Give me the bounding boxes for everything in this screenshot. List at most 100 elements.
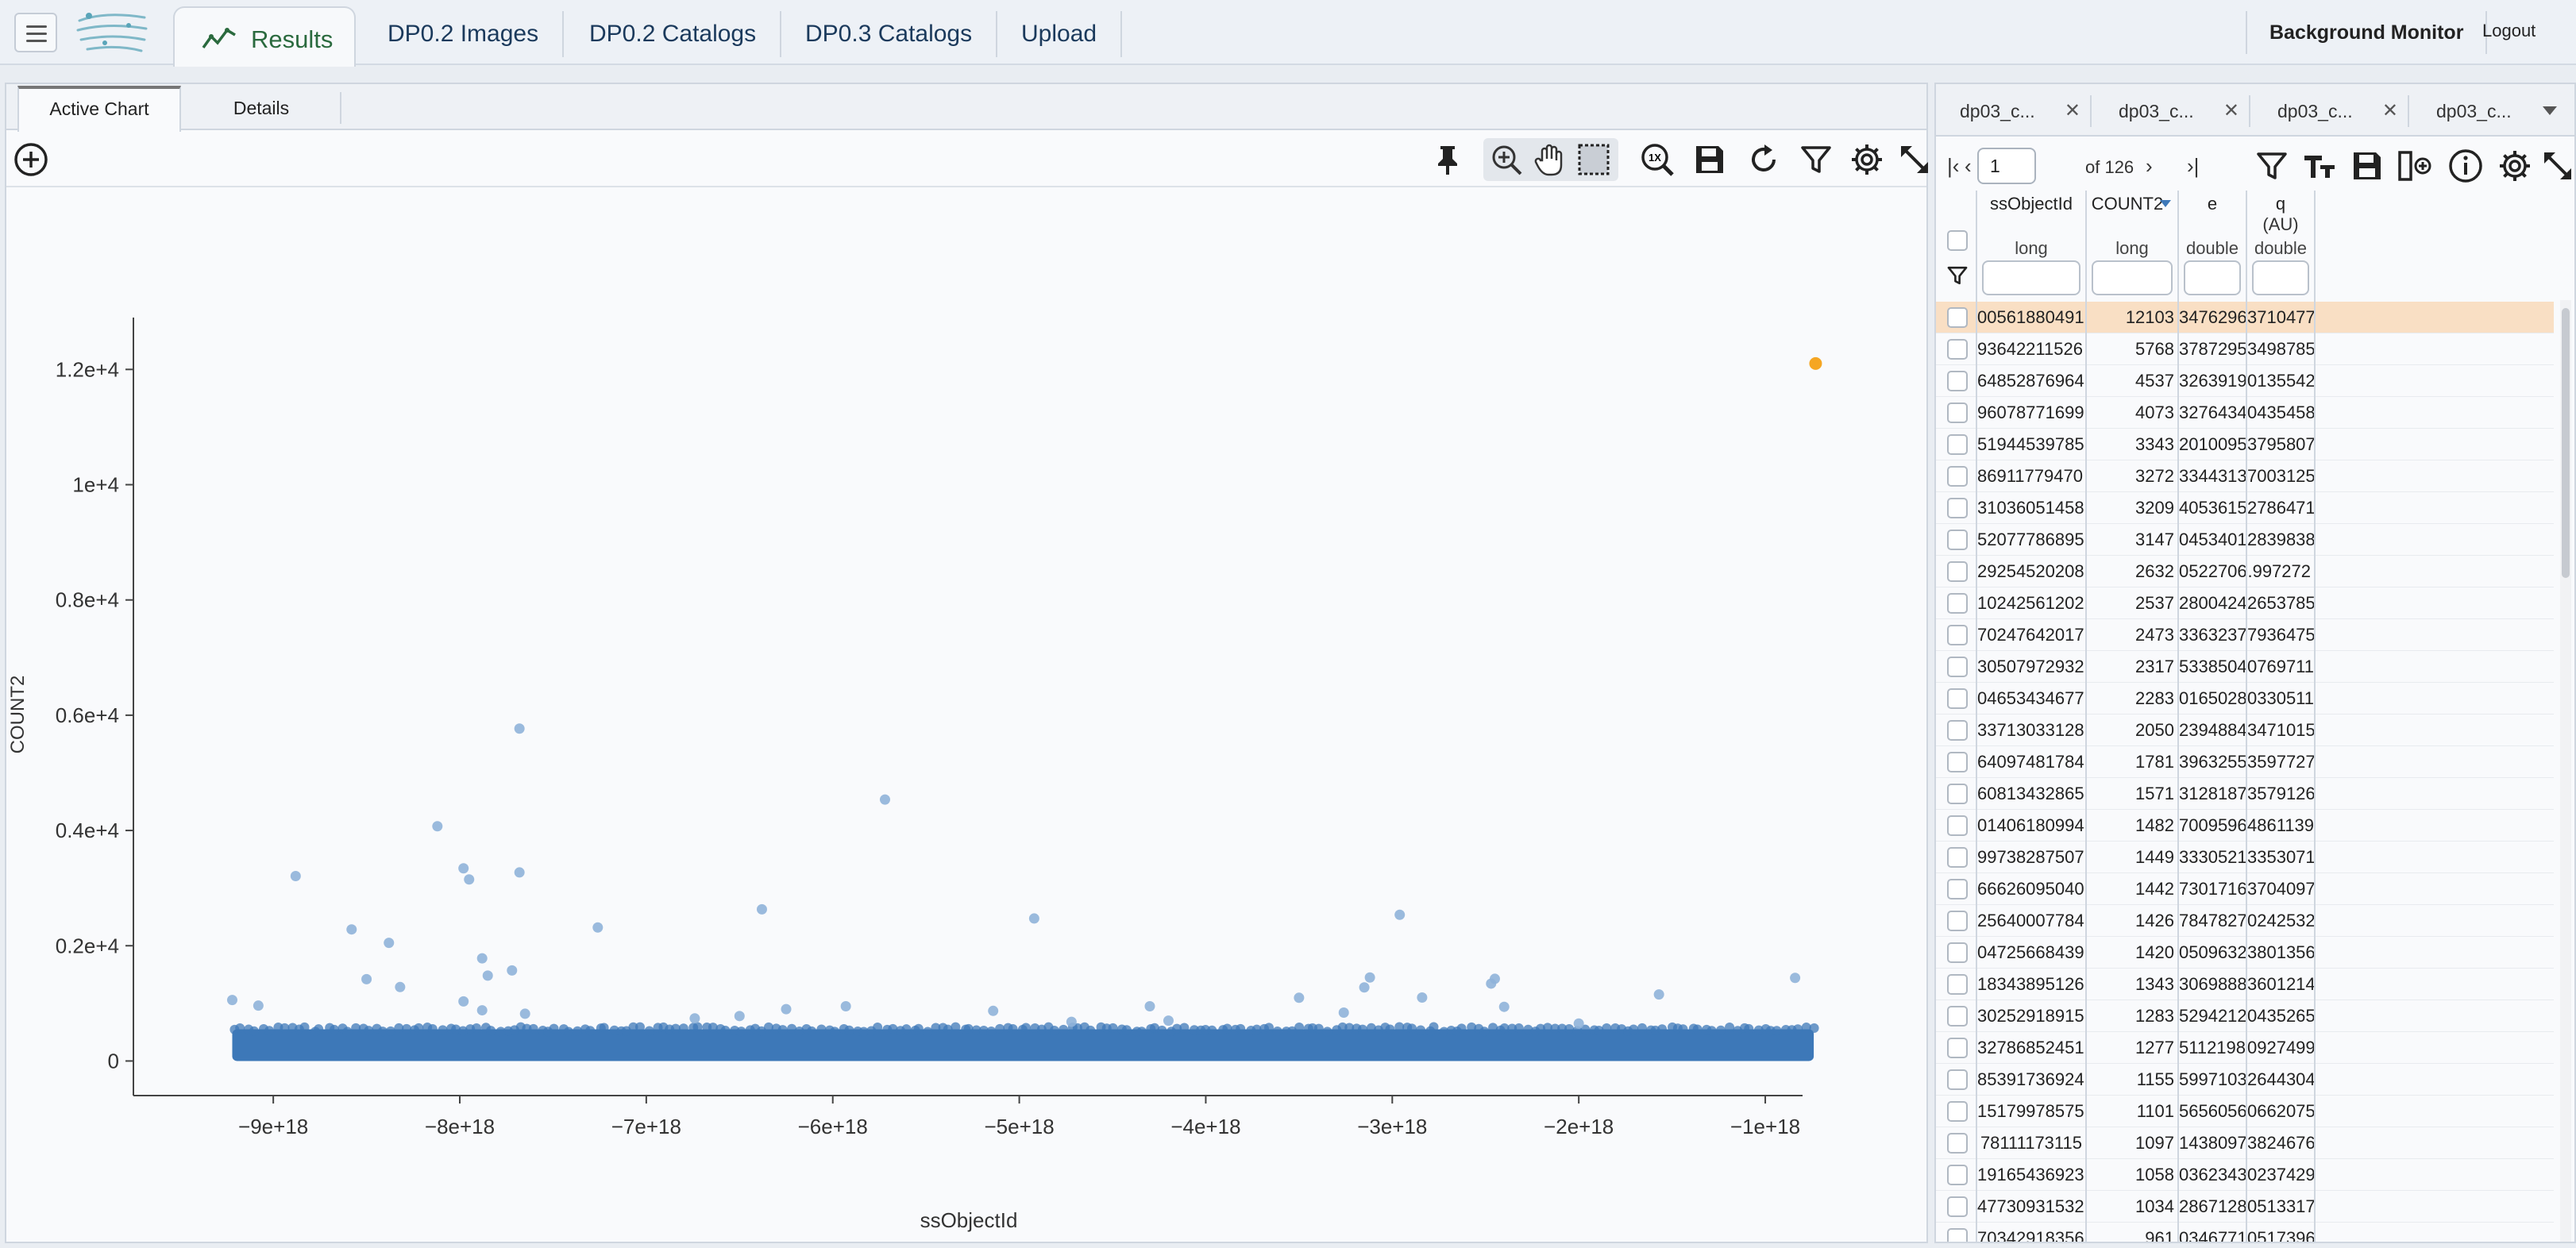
table-row[interactable]: 64097481784 1781 3963255 3597727 xyxy=(1936,746,2554,778)
table-row[interactable]: 51944539785 3343 2010095 3795807 xyxy=(1936,429,2554,460)
add-column-icon[interactable] xyxy=(2397,148,2433,184)
row-checkbox[interactable] xyxy=(1947,307,1968,328)
filter-icon[interactable] xyxy=(2254,148,2290,184)
table-row[interactable]: 70247642017 2473 3363237 7936475 xyxy=(1936,619,2554,651)
row-checkbox[interactable] xyxy=(1947,561,1968,582)
row-checkbox[interactable] xyxy=(1947,530,1968,550)
row-checkbox[interactable] xyxy=(1947,1006,1968,1027)
column-header-ssobjectid[interactable]: ssObjectId long xyxy=(1977,191,2087,302)
row-checkbox[interactable] xyxy=(1947,942,1968,963)
row-checkbox[interactable] xyxy=(1947,911,1968,931)
row-checkbox[interactable] xyxy=(1947,466,1968,487)
scatter-chart[interactable]: 0 0.2e+4 0.4e+4 0.6e+4 0.8e+4 1e+4 1.2e+4 −9e+1… xyxy=(6,189,1926,1242)
table-row[interactable]: 30252918915 1283 5294212 0435265 xyxy=(1936,1000,2554,1032)
table-row[interactable]: 33713033128 2050 2394884 3471015 xyxy=(1936,715,2554,746)
select-all-checkbox[interactable] xyxy=(1947,230,1968,251)
table-row[interactable]: 99738287507 1449 3330521 3353071 xyxy=(1936,842,2554,873)
table-row[interactable]: 25640007784 1426 7847827 0242532 xyxy=(1936,905,2554,937)
row-checkbox[interactable] xyxy=(1947,847,1968,868)
row-checkbox[interactable] xyxy=(1947,1101,1968,1122)
add-chart-icon[interactable] xyxy=(13,141,49,178)
settings-icon[interactable] xyxy=(1849,141,1885,178)
row-checkbox[interactable] xyxy=(1947,974,1968,995)
page-number-input[interactable]: 1 xyxy=(1977,148,2036,184)
filter-icon[interactable] xyxy=(1798,141,1834,178)
next-page-icon[interactable]: › xyxy=(2146,154,2153,179)
column-header-count2[interactable]: COUNT2 long xyxy=(2087,191,2179,302)
column-filter-input[interactable] xyxy=(1982,260,2080,295)
expand-icon[interactable] xyxy=(2539,148,2576,184)
table-tab-2[interactable]: dp03_c... ✕ xyxy=(2095,95,2250,127)
row-checkbox[interactable] xyxy=(1947,371,1968,391)
row-checkbox[interactable] xyxy=(1947,339,1968,360)
table-row[interactable]: 19165436923 1058 0362343 0237429 xyxy=(1936,1159,2554,1191)
row-checkbox[interactable] xyxy=(1947,1133,1968,1154)
table-row[interactable]: 85391736924 1155 5997103 2644304 xyxy=(1936,1064,2554,1096)
tab-results[interactable]: Results xyxy=(173,6,356,67)
pan-icon[interactable] xyxy=(1531,141,1568,178)
chevron-down-icon[interactable] xyxy=(2543,106,2557,115)
table-tab-1[interactable]: dp03_c... ✕ xyxy=(1936,95,2092,127)
tab-dp02-catalogs[interactable]: DP0.2 Catalogs xyxy=(565,11,782,57)
table-row[interactable]: 96078771699 4073 3276434 0435458 xyxy=(1936,397,2554,429)
row-checkbox[interactable] xyxy=(1947,657,1968,677)
column-filter-input[interactable] xyxy=(2184,260,2241,295)
table-row[interactable]: 00561880491 12103 3476296 3710477 xyxy=(1936,302,2554,333)
tab-dp03-catalogs[interactable]: DP0.3 Catalogs xyxy=(781,11,998,57)
table-row[interactable]: 30507972932 2317 5338504 0769711 xyxy=(1936,651,2554,683)
background-monitor-button[interactable]: Background Monitor xyxy=(2246,11,2488,54)
scrollbar-thumb[interactable] xyxy=(2562,308,2570,578)
logout-link[interactable]: Logout xyxy=(2482,21,2536,41)
save-icon[interactable] xyxy=(2349,148,2385,184)
save-icon[interactable] xyxy=(1691,141,1728,178)
table-row[interactable]: 47730931532 1034 2867128 0513317 xyxy=(1936,1191,2554,1223)
table-row[interactable]: 04725668439 1420 0509632 3801356 xyxy=(1936,937,2554,969)
table-tab-3[interactable]: dp03_c... ✕ xyxy=(2254,95,2409,127)
tab-upload[interactable]: Upload xyxy=(997,11,1123,57)
table-row[interactable]: 15179978575 1101 5656056 0662075 xyxy=(1936,1096,2554,1127)
column-header-e[interactable]: e double xyxy=(2179,191,2247,302)
restore-icon[interactable] xyxy=(1745,141,1782,178)
table-row[interactable]: 86911779470 3272 3344313 7003125 xyxy=(1936,460,2554,492)
row-checkbox[interactable] xyxy=(1947,815,1968,836)
tab-active-chart[interactable]: Active Chart xyxy=(17,86,181,132)
row-checkbox[interactable] xyxy=(1947,625,1968,645)
table-row[interactable]: 10242561202 2537 2800424 2653785 xyxy=(1936,587,2554,619)
table-tab-4[interactable]: dp03_c... xyxy=(2412,95,2539,127)
row-checkbox[interactable] xyxy=(1947,1069,1968,1090)
pin-icon[interactable] xyxy=(1429,141,1466,178)
table-row[interactable]: 70342918356 961 0346771 0517396 xyxy=(1936,1223,2554,1242)
text-view-icon[interactable] xyxy=(2301,148,2338,184)
row-checkbox[interactable] xyxy=(1947,498,1968,518)
row-checkbox[interactable] xyxy=(1947,1228,1968,1242)
select-icon[interactable] xyxy=(1575,141,1612,178)
info-icon[interactable] xyxy=(2447,148,2484,184)
zoom-icon[interactable] xyxy=(1488,141,1525,178)
row-checkbox[interactable] xyxy=(1947,1165,1968,1185)
first-page-icon[interactable]: |‹ xyxy=(1947,154,1959,179)
row-checkbox[interactable] xyxy=(1947,1196,1968,1217)
settings-icon[interactable] xyxy=(2497,148,2533,184)
close-icon[interactable]: ✕ xyxy=(2223,95,2239,127)
column-header-q[interactable]: q (AU) double xyxy=(2247,191,2316,302)
table-row[interactable]: 29254520208 2632 0522706.997272 xyxy=(1936,556,2554,587)
row-checkbox[interactable] xyxy=(1947,434,1968,455)
row-checkbox[interactable] xyxy=(1947,879,1968,899)
row-checkbox[interactable] xyxy=(1947,403,1968,423)
table-row[interactable]: 64852876964 4537 3263919 0135542 xyxy=(1936,365,2554,397)
table-row[interactable]: 01406180994 1482 7009596 4861139 xyxy=(1936,810,2554,842)
table-row[interactable]: 78111173115 1097 1438097 3824676 xyxy=(1936,1127,2554,1159)
column-filter-input[interactable] xyxy=(2092,260,2173,295)
table-row[interactable]: 52077786895 3147 0453401 2839838 xyxy=(1936,524,2554,556)
menu-button[interactable] xyxy=(14,13,57,52)
table-row[interactable]: 18343895126 1343 3069888 3601214 xyxy=(1936,969,2554,1000)
row-checkbox[interactable] xyxy=(1947,1038,1968,1058)
zoom-1x-icon[interactable]: 1X xyxy=(1639,141,1676,178)
tab-dp02-images[interactable]: DP0.2 Images xyxy=(364,11,565,57)
row-checkbox[interactable] xyxy=(1947,688,1968,709)
row-checkbox[interactable] xyxy=(1947,593,1968,614)
close-icon[interactable]: ✕ xyxy=(2382,95,2398,127)
last-page-icon[interactable]: ›| xyxy=(2187,154,2199,179)
table-row[interactable]: 93642211526 5768 3787295 3498785 xyxy=(1936,333,2554,365)
row-checkbox[interactable] xyxy=(1947,784,1968,804)
